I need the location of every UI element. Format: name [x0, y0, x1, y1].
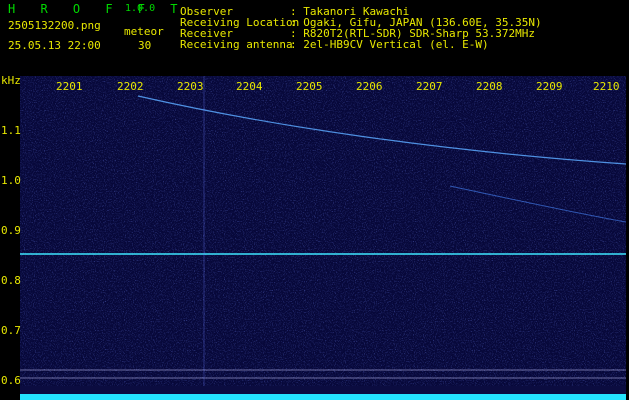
- antenna-label: Receiving antenna: [180, 38, 293, 51]
- x-tick: 2204: [236, 80, 263, 93]
- x-tick: 2207: [416, 80, 443, 93]
- y-tick: 0.6: [1, 374, 21, 387]
- y-unit: kHz: [1, 74, 21, 87]
- x-tick: 2210: [593, 80, 620, 93]
- y-tick: 0.8: [1, 274, 21, 287]
- x-tick: 2205: [296, 80, 323, 93]
- y-tick: 0.9: [1, 224, 21, 237]
- x-tick: 2201: [56, 80, 83, 93]
- spectrogram: [20, 76, 627, 386]
- activity-strip: [20, 386, 626, 400]
- x-tick: 2203: [177, 80, 204, 93]
- x-tick: 2208: [476, 80, 503, 93]
- datetime: 25.05.13 22:00: [8, 39, 101, 52]
- activity-bar: [20, 394, 626, 400]
- x-tick: 2209: [536, 80, 563, 93]
- y-tick: 1.1: [1, 124, 21, 137]
- y-tick: 1.0: [1, 174, 21, 187]
- filename: 2505132200.png: [8, 19, 101, 32]
- meteor-count: 30: [138, 39, 152, 52]
- meteor-label: meteor: [124, 25, 164, 38]
- header-panel: H R O F F T 1.0.0 2505132200.png 25.05.1…: [0, 0, 629, 76]
- app-title: H R O F F T: [8, 2, 187, 16]
- spectrogram-svg: [20, 76, 627, 386]
- antenna-value: : 2el-HB9CV Vertical (el. E-W): [290, 38, 489, 51]
- app-version: 1.0.0: [125, 3, 156, 14]
- x-tick: 2202: [117, 80, 144, 93]
- x-tick: 2206: [356, 80, 383, 93]
- y-tick: 0.7: [1, 324, 21, 337]
